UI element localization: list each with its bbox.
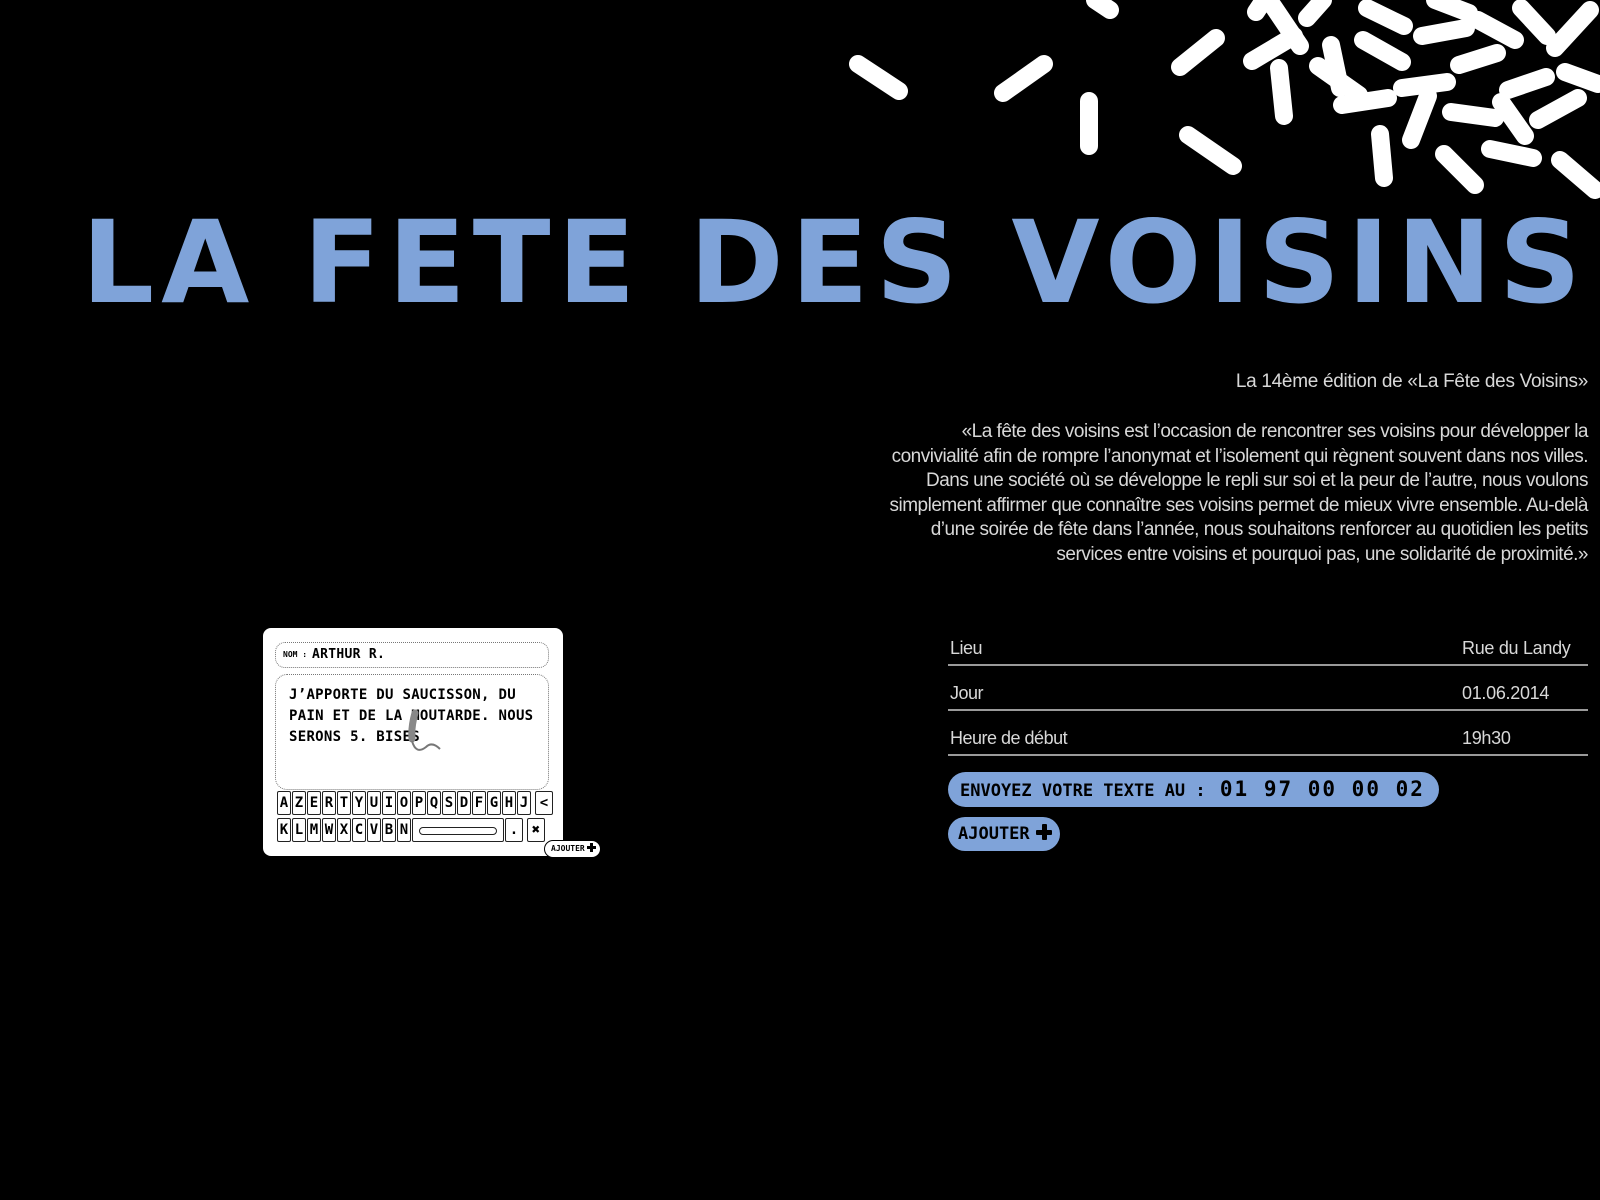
key[interactable]: D [457,791,471,815]
send-text-button[interactable]: ENVOYEZ VOTRE TEXTE AU : 01 97 00 00 02 [948,772,1439,807]
sprinkles-decoration [849,0,1600,199]
keyboard-row-2: K L M W X C V B N . ✖ [277,818,561,842]
info-label: Jour [950,683,984,703]
key[interactable]: E [307,791,321,815]
key[interactable]: U [367,791,381,815]
key[interactable]: G [487,791,501,815]
key[interactable]: R [322,791,336,815]
key[interactable]: Z [292,791,306,815]
add-button-label: AJOUTER [958,824,1030,844]
page: LA FETE DES VOISINS La 14ème édition de … [0,0,1600,1200]
key[interactable]: W [322,818,336,842]
key[interactable]: M [307,818,321,842]
key[interactable]: F [472,791,486,815]
info-row-lieu: Lieu Rue du Landy [948,628,1588,666]
plus-icon [1035,824,1052,840]
edition-subtitle: La 14ème édition de «La Fête des Voisins… [1235,371,1588,392]
key[interactable]: Y [352,791,366,815]
add-button[interactable]: AJOUTER [948,817,1060,851]
close-key[interactable]: ✖ [527,818,545,842]
plus-icon [586,843,596,852]
info-label: Heure de début [950,728,1068,748]
key[interactable]: Q [427,791,441,815]
key[interactable]: J [517,791,531,815]
note-add-label: AJOUTER [551,844,585,853]
key[interactable]: T [337,791,351,815]
key[interactable]: B [382,818,396,842]
key[interactable]: L [292,818,306,842]
key[interactable]: A [277,791,291,815]
key[interactable]: C [352,818,366,842]
keyboard-row-1: A Z E R T Y U I O P Q S D F G H J < [277,791,561,815]
key[interactable]: S [442,791,456,815]
key[interactable]: N [397,818,411,842]
key[interactable]: O [397,791,411,815]
info-row-jour: Jour 01.06.2014 [948,666,1588,711]
send-text-label: ENVOYEZ VOTRE TEXTE AU : [960,781,1206,801]
key[interactable]: V [367,818,381,842]
key[interactable]: X [337,818,351,842]
key[interactable]: K [277,818,291,842]
key[interactable]: I [382,791,396,815]
page-title: LA FETE DES VOISINS [81,196,1588,329]
info-value: 01.06.2014 [1462,683,1550,703]
note-add-button[interactable]: AJOUTER [544,840,601,858]
intro-quote: «La fête des voisins est l’occasion de r… [889,421,1589,565]
message-field[interactable]: J’APPORTE DU SAUCISSON, DU PAIN ET DE LA… [275,674,549,790]
info-row-heure: Heure de début 19h30 [948,711,1588,756]
key[interactable]: H [502,791,516,815]
name-field-value: ARTHUR R. [312,647,386,662]
pencil-cursor-icon [408,709,441,751]
dot-key[interactable]: . [505,818,523,842]
name-field-label: NOM : [283,650,308,659]
info-value: 19h30 [1462,728,1511,748]
info-value: Rue du Landy [1462,638,1571,658]
backspace-key[interactable]: < [535,791,553,815]
event-info-table: Lieu Rue du Landy Jour 01.06.2014 Heure … [948,628,1588,756]
note-widget: NOM : ARTHUR R. J’APPORTE DU SAUCISSON, … [263,628,601,858]
space-key[interactable] [412,818,504,842]
info-label: Lieu [950,638,983,658]
name-field[interactable]: NOM : ARTHUR R. [275,642,549,668]
phone-number: 01 97 00 00 02 [1219,777,1425,801]
key[interactable]: P [412,791,426,815]
